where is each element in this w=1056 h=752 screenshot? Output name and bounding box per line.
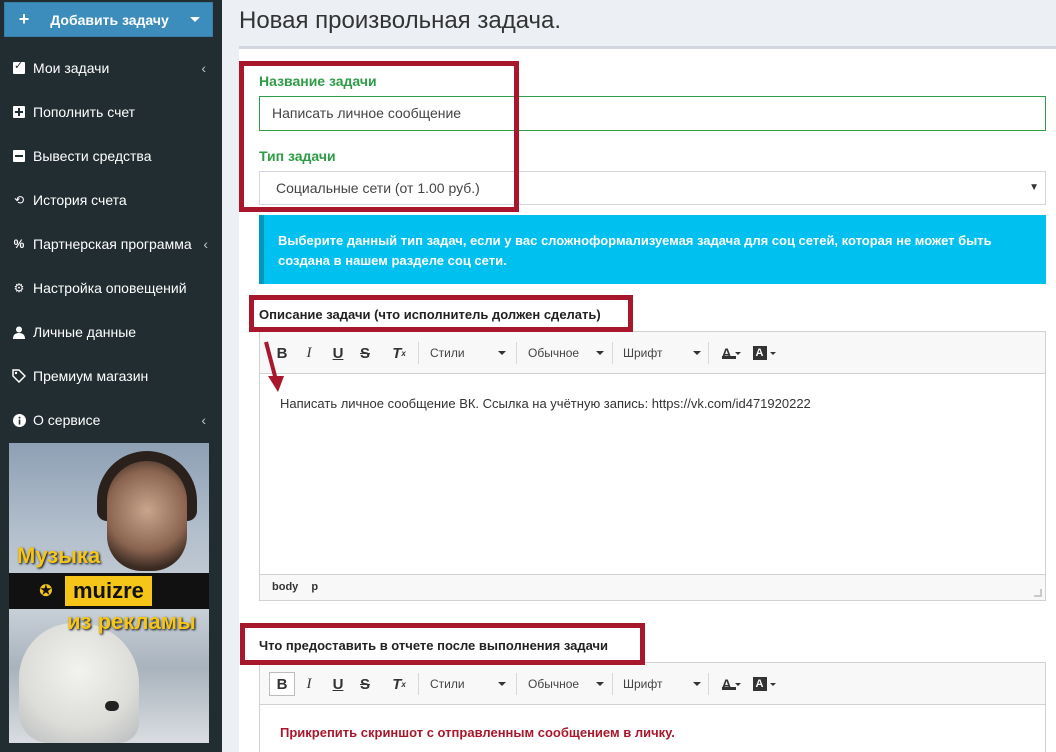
sidebar-item-top-up[interactable]: Пополнить счет — [0, 90, 222, 134]
bold-button[interactable]: B — [269, 672, 295, 696]
sidebar-item-label: Пополнить счет — [33, 104, 136, 120]
sidebar-item-label: История счета — [33, 192, 127, 208]
sidebar-item-label: Вывести средства — [33, 148, 152, 164]
strikethrough-button[interactable]: S — [356, 341, 374, 365]
add-task-label: Добавить задачу — [50, 11, 169, 28]
format-dropdown[interactable]: Обычное — [528, 341, 604, 365]
sidebar-item-partner[interactable]: % Партнерская программа ‹ — [0, 222, 222, 266]
editor-toolbar: B I U S Tx Стили Обычное Шрифт A A — [260, 663, 1045, 705]
sidebar-item-history[interactable]: ⟲ История счета — [0, 178, 222, 222]
report-editor[interactable]: B I U S Tx Стили Обычное Шрифт A A Прикр… — [259, 662, 1046, 752]
editor-toolbar: B I U S Tx Стили Обычное Шрифт A A — [260, 332, 1045, 374]
sidebar-item-label: О сервисе — [33, 412, 101, 428]
underline-button[interactable]: U — [328, 341, 348, 365]
description-editor[interactable]: B I U S Tx Стили Обычное Шрифт A A Напис… — [259, 331, 1046, 601]
bg-color-button[interactable]: A — [752, 672, 776, 696]
italic-button[interactable]: I — [300, 341, 318, 365]
sidebar-item-about[interactable]: О сервисе ‹ — [0, 398, 222, 442]
font-dropdown[interactable]: Шрифт — [623, 672, 701, 696]
checkbox-icon — [12, 59, 26, 75]
underline-button[interactable]: U — [328, 672, 348, 696]
sidebar: + Добавить задачу Мои задачи ‹ Пополнить… — [0, 0, 222, 752]
bg-color-button[interactable]: A — [752, 341, 776, 365]
percent-icon: % — [13, 237, 25, 251]
info-icon — [12, 413, 26, 427]
format-label: Обычное — [528, 677, 580, 691]
sidebar-menu: Мои задачи ‹ Пополнить счет Вывести сред… — [0, 46, 222, 442]
chevron-left-icon: ‹ — [201, 60, 206, 76]
sidebar-item-personal[interactable]: Личные данные — [0, 310, 222, 354]
annotation-arrow-icon — [264, 341, 284, 392]
gears-icon: ⚙ — [13, 281, 25, 295]
styles-dropdown[interactable]: Стили — [430, 672, 506, 696]
font-label: Шрифт — [623, 346, 663, 360]
plus-square-icon — [12, 105, 26, 119]
font-dropdown[interactable]: Шрифт — [623, 341, 701, 365]
add-task-button[interactable]: + Добавить задачу — [4, 2, 213, 37]
sidebar-item-label: Партнерская программа — [33, 236, 192, 252]
ad-text-line1: Музыка — [17, 543, 101, 568]
ad-brand: muizre — [65, 576, 152, 606]
logo-icon: ✪ — [39, 583, 53, 600]
styles-label: Стили — [430, 346, 465, 360]
sidebar-item-my-tasks[interactable]: Мои задачи ‹ — [0, 46, 222, 90]
page-title: Новая произвольная задача. — [239, 7, 562, 34]
select-arrow-icon: ▼ — [1029, 182, 1039, 193]
plus-icon: + — [18, 9, 30, 29]
sidebar-item-label: Личные данные — [33, 324, 137, 340]
report-content[interactable]: Прикрепить скриншот с отправленным сообщ… — [260, 705, 1045, 752]
ad-image-face — [107, 461, 187, 571]
path-p[interactable]: p — [311, 581, 318, 593]
clear-format-icon[interactable]: Tx — [390, 341, 408, 365]
clear-format-icon[interactable]: Tx — [390, 672, 408, 696]
format-dropdown[interactable]: Обычное — [528, 672, 604, 696]
sidebar-item-premium[interactable]: Премиум магазин — [0, 354, 222, 398]
ad-brand-band: ✪ muizre — [9, 573, 209, 609]
sidebar-item-label: Настройка оповещений — [33, 280, 187, 296]
user-icon — [12, 325, 26, 339]
editor-path-bar: body p — [260, 574, 1045, 600]
text-color-button[interactable]: A — [719, 341, 743, 365]
sidebar-item-withdraw[interactable]: Вывести средства — [0, 134, 222, 178]
format-label: Обычное — [528, 346, 580, 360]
annotation-box-name-type — [239, 61, 519, 212]
info-callout: Выберите данный тип задач, если у вас сл… — [259, 215, 1046, 284]
path-body[interactable]: body — [272, 581, 298, 593]
sidebar-item-label: Премиум магазин — [33, 368, 149, 384]
chevron-left-icon: ‹ — [203, 236, 208, 252]
caret-down-icon — [190, 17, 200, 22]
font-label: Шрифт — [623, 677, 663, 691]
ad-image-dog-nose — [105, 701, 119, 711]
strikethrough-button[interactable]: S — [356, 672, 374, 696]
tag-icon — [12, 369, 26, 383]
styles-label: Стили — [430, 677, 465, 691]
chevron-left-icon: ‹ — [201, 412, 206, 428]
description-content[interactable]: Написать личное сообщение ВК. Ссылка на … — [260, 374, 1045, 433]
ad-text-line2: из рекламы — [67, 609, 196, 634]
annotation-box-report — [240, 623, 645, 665]
history-icon: ⟲ — [13, 193, 25, 207]
annotation-box-description — [249, 295, 633, 332]
ad-image-dog — [19, 623, 139, 743]
sidebar-item-label: Мои задачи — [33, 60, 110, 76]
minus-square-icon — [12, 149, 26, 163]
resize-handle[interactable] — [1034, 589, 1042, 597]
sidebar-item-notifications[interactable]: ⚙ Настройка оповещений — [0, 266, 222, 310]
ad-banner[interactable]: Музыка ✪ muizre из рекламы — [9, 443, 209, 743]
italic-button[interactable]: I — [300, 672, 318, 696]
text-color-button[interactable]: A — [719, 672, 743, 696]
styles-dropdown[interactable]: Стили — [430, 341, 506, 365]
